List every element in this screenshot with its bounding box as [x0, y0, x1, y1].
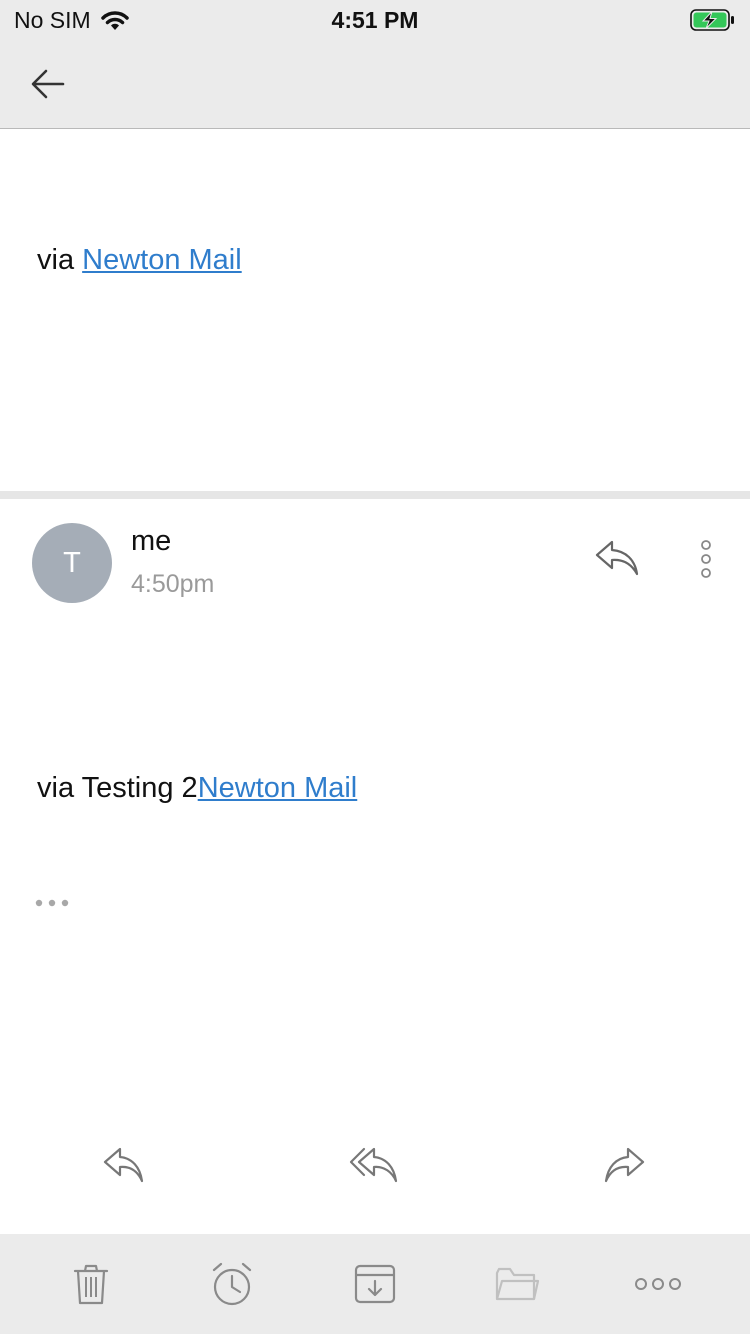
move-to-folder-button[interactable]: [487, 1254, 547, 1314]
avatar: T: [32, 523, 112, 603]
reply-icon: [103, 1147, 144, 1183]
snooze-alarm-icon: [212, 1262, 252, 1306]
battery-charging-icon: [690, 9, 734, 31]
archive-icon: [354, 1264, 396, 1304]
snooze-button[interactable]: [202, 1254, 262, 1314]
sender-name: me: [131, 525, 172, 557]
more-options-button[interactable]: [628, 1254, 688, 1314]
show-quoted-text-icon[interactable]: [34, 893, 74, 913]
reply-icon: [595, 540, 639, 576]
more-vertical-icon: [701, 540, 711, 578]
reply-all-icon: [349, 1147, 398, 1183]
newton-mail-link[interactable]: Newton Mail: [82, 244, 242, 276]
folder-icon: [495, 1267, 540, 1301]
message-more-button[interactable]: [692, 538, 720, 580]
message-2-body: via Testing 2Newton Mail: [37, 772, 357, 805]
archive-button[interactable]: [345, 1254, 405, 1314]
delete-button[interactable]: [61, 1254, 121, 1314]
header-reply-button[interactable]: [594, 538, 640, 578]
back-button[interactable]: [26, 62, 70, 106]
nav-bar: [0, 40, 750, 129]
trash-icon: [73, 1264, 109, 1305]
status-time: 4:51 PM: [331, 7, 419, 33]
reply-all-button[interactable]: [348, 1143, 398, 1187]
more-horizontal-icon: [635, 1278, 681, 1290]
newton-mail-link[interactable]: Newton Mail: [198, 772, 358, 804]
reply-button[interactable]: [100, 1143, 150, 1187]
forward-button[interactable]: [600, 1143, 650, 1187]
message-1-body: via Newton Mail: [37, 244, 242, 277]
message-time: 4:50pm: [131, 570, 215, 598]
status-bar: No SIM 4:51 PM: [0, 0, 750, 40]
back-arrow-icon: [31, 69, 65, 99]
message-separator: [0, 491, 750, 499]
message-2-prefix: via Testing 2: [37, 772, 198, 804]
avatar-initial: T: [63, 546, 81, 579]
forward-icon: [604, 1147, 645, 1183]
message-1-prefix: via: [37, 244, 83, 276]
bottom-toolbar: [0, 1234, 750, 1334]
